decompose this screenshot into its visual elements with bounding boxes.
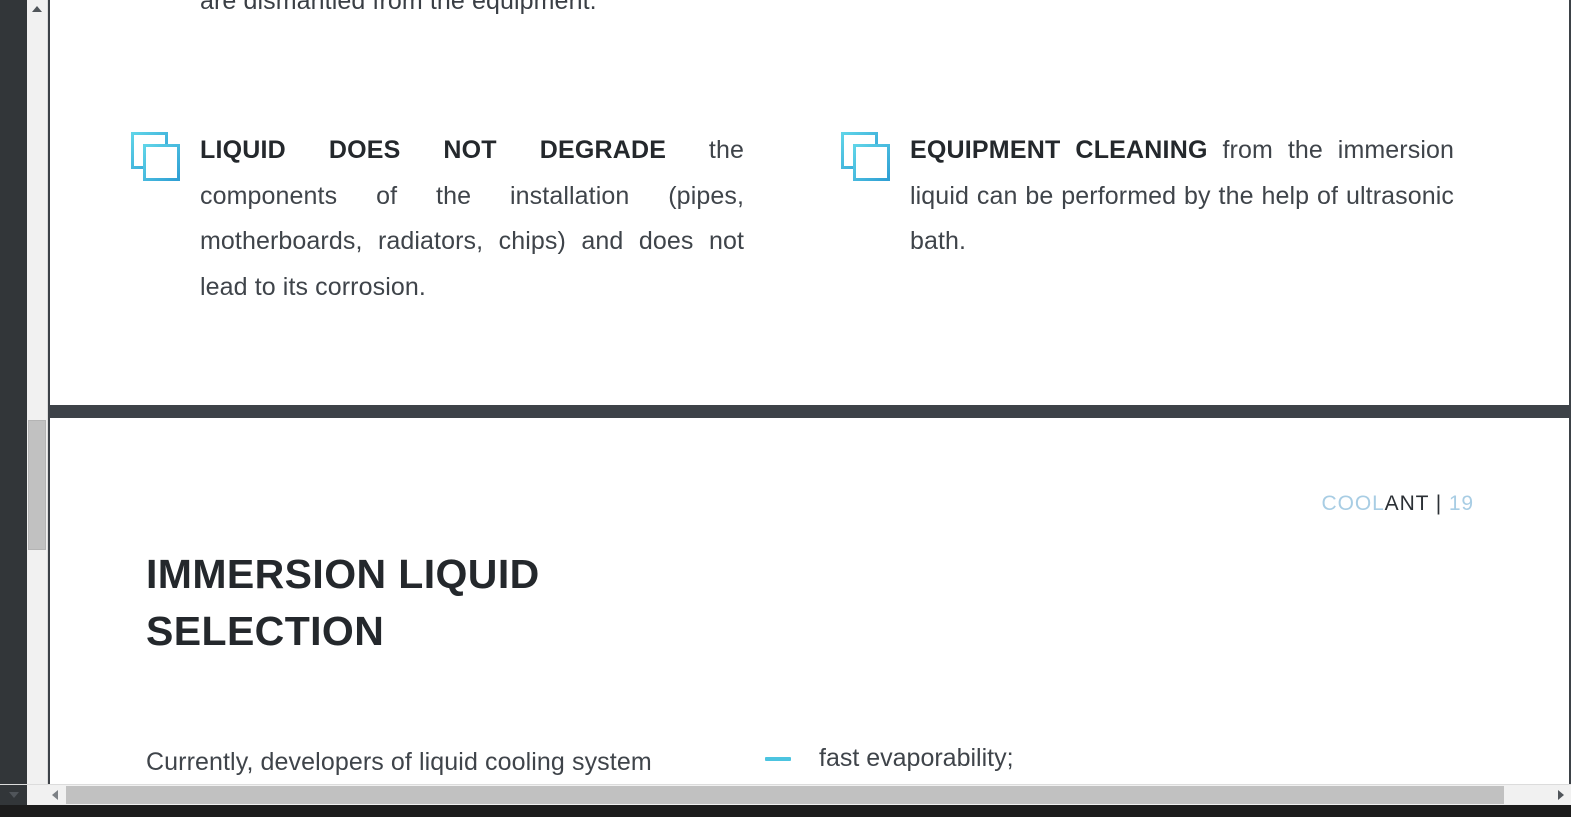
viewer-bottom-bar	[0, 805, 1571, 817]
header-divider: |	[1429, 492, 1449, 515]
slide-page-18: are dismantled from the equipment. LIQUI…	[50, 0, 1569, 405]
dash-bullet-icon	[765, 757, 791, 761]
slide-body-paragraph: Currently, developers of liquid cooling …	[146, 748, 652, 776]
feature-lead: EQUIPMENT CLEANING	[910, 136, 1208, 164]
page-title: IMMERSION LIQUID SELECTION	[146, 546, 540, 660]
feature-text: EQUIPMENT CLEANING from the immersion li…	[910, 128, 1454, 265]
list-item: fast evaporability;	[765, 736, 1385, 781]
document-canvas: are dismantled from the equipment. LIQUI…	[48, 0, 1571, 796]
slide-header-brand: COOLANT | 19	[1322, 492, 1474, 516]
copy-plus-icon	[840, 131, 892, 183]
page-number: 19	[1448, 492, 1474, 515]
feature-item-liquid-degrade: LIQUID DOES NOT DEGRADE the components o…	[130, 128, 744, 310]
pdf-slide-viewer: are dismantled from the equipment. LIQUI…	[0, 0, 1571, 817]
vertical-scroll-thumb[interactable]	[28, 420, 46, 550]
chevron-down-icon	[9, 792, 19, 798]
page-title-line-2: SELECTION	[146, 608, 385, 654]
brand-cool: COOL	[1321, 492, 1385, 515]
slide-bullet-list: fast evaporability;	[765, 736, 1385, 781]
horizontal-scroll-thumb[interactable]	[66, 786, 1504, 804]
horizontal-scrollbar[interactable]	[0, 784, 1571, 805]
chevron-right-icon	[1558, 790, 1564, 800]
feature-item-equipment-cleaning: EQUIPMENT CLEANING from the immersion li…	[840, 128, 1454, 265]
scrollbar-corner	[0, 785, 27, 805]
list-item-label: fast evaporability;	[819, 744, 1014, 772]
brand-ant: ANT	[1384, 492, 1429, 515]
page-title-line-1: IMMERSION LIQUID	[146, 551, 540, 597]
left-gutter	[0, 0, 27, 796]
page-separator	[48, 405, 1571, 418]
chevron-left-icon	[52, 790, 58, 800]
scroll-left-arrow[interactable]	[45, 785, 65, 805]
vertical-scrollbar[interactable]	[27, 0, 48, 796]
feature-text: LIQUID DOES NOT DEGRADE the components o…	[200, 128, 744, 310]
prev-slide-intro-text: are dismantled from the equipment.	[200, 0, 597, 15]
chevron-up-icon	[32, 5, 42, 12]
scroll-right-arrow[interactable]	[1551, 785, 1571, 805]
slide-page-19: COOLANT | 19 IMMERSION LIQUID SELECTION …	[50, 418, 1569, 796]
copy-plus-icon	[130, 131, 182, 183]
scroll-up-arrow[interactable]	[27, 0, 47, 17]
feature-lead: LIQUID DOES NOT DEGRADE	[200, 136, 667, 164]
